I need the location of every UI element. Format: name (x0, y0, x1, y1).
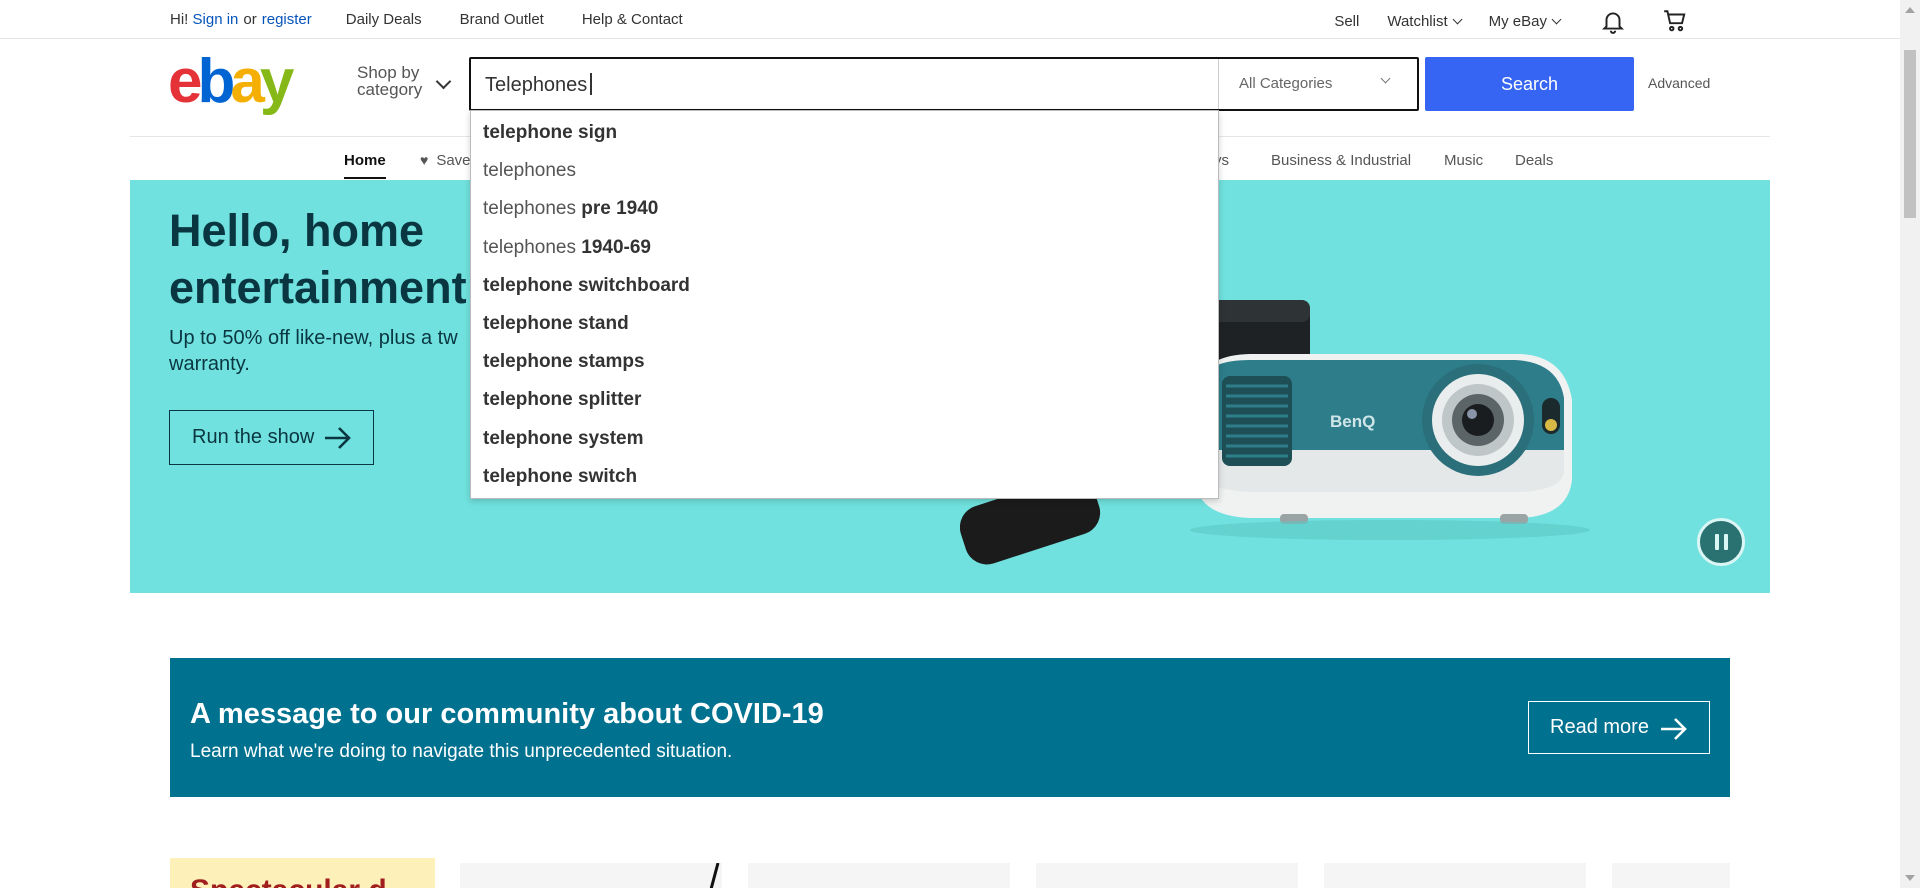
run-the-show-button[interactable]: Run the show (169, 410, 374, 465)
suggestion-item[interactable]: telephone switchboard (471, 275, 1218, 313)
suggestion-item[interactable]: telephone stamps (471, 351, 1218, 389)
advanced-search-link[interactable]: Advanced (1648, 75, 1710, 91)
pause-button[interactable] (1697, 518, 1745, 566)
cart-button[interactable] (1662, 8, 1688, 34)
help-contact-link[interactable]: Help & Contact (582, 11, 683, 28)
my-ebay-label: My eBay (1488, 12, 1547, 30)
search-button[interactable]: Search (1425, 57, 1634, 111)
search-suggestions-dropdown: telephone sign telephones telephones pre… (470, 110, 1219, 499)
cart-icon (1664, 10, 1686, 32)
scrollbar-thumb[interactable] (1904, 50, 1916, 218)
register-link[interactable]: register (262, 11, 312, 28)
chevron-down-icon (1452, 14, 1463, 24)
watchlist-dropdown[interactable]: Watchlist (1387, 12, 1463, 30)
nav-business-industrial[interactable]: Business & Industrial (1271, 152, 1411, 169)
category-select[interactable]: All Categories (1218, 59, 1417, 109)
nav-saved[interactable]: ♥ Save (420, 152, 471, 169)
page-scrollbar[interactable] (1900, 0, 1920, 888)
read-more-label: Read more (1550, 716, 1649, 738)
category-select-value: All Categories (1239, 75, 1333, 92)
suggestion-item[interactable]: telephone splitter (471, 389, 1218, 427)
sell-link[interactable]: Sell (1334, 13, 1359, 30)
chevron-down-icon (1551, 14, 1562, 24)
shop-by-line2: category (357, 80, 423, 99)
covid-subtitle: Learn what we're doing to navigate this … (190, 741, 733, 762)
search-bar: Telephones All Categories (469, 57, 1419, 111)
promo-tile-title: Spectacular d (190, 874, 387, 888)
nav-deals[interactable]: Deals (1515, 152, 1553, 169)
watchlist-label: Watchlist (1387, 12, 1448, 30)
arrow-right-icon (1661, 718, 1687, 740)
text-caret (590, 73, 592, 95)
product-image (709, 862, 720, 888)
product-tile[interactable] (460, 862, 722, 888)
run-the-show-label: Run the show (192, 426, 315, 448)
product-tile[interactable] (1612, 863, 1730, 888)
suggestion-item[interactable]: telephones (471, 160, 1218, 198)
product-tile[interactable] (748, 863, 1010, 888)
svg-text:ebay: ebay (168, 52, 295, 116)
nav-home[interactable]: Home (344, 152, 386, 179)
ebay-logo[interactable]: ebay (168, 52, 318, 116)
product-tile[interactable] (1036, 863, 1298, 888)
product-brand-text: BenQ (1330, 412, 1375, 431)
suggestion-item[interactable]: telephones pre 1940 (471, 198, 1218, 236)
suggestion-item[interactable]: telephone sign (471, 122, 1218, 160)
covid-message-banner: A message to our community about COVID-1… (170, 658, 1730, 797)
arrow-right-icon (325, 427, 351, 449)
read-more-button[interactable]: Read more (1528, 701, 1710, 754)
scroll-down-arrow-icon[interactable] (1905, 875, 1915, 881)
suggestion-item[interactable]: telephone switch (471, 466, 1218, 504)
suggestion-item[interactable]: telephones 1940-69 (471, 237, 1218, 275)
covid-title: A message to our community about COVID-1… (190, 698, 824, 730)
suggestion-item[interactable]: telephone system (471, 428, 1218, 466)
top-utility-bar: Hi! Sign in or register Daily Deals Bran… (0, 0, 1900, 39)
or-text: or (243, 11, 257, 28)
promo-tile[interactable]: Spectacular d (170, 858, 435, 888)
nav-music[interactable]: Music (1444, 152, 1483, 169)
chevron-down-icon (1380, 73, 1391, 84)
sign-in-link[interactable]: Sign in (193, 11, 239, 28)
topbar-left: Hi! Sign in or register Daily Deals Bran… (170, 11, 683, 28)
greeting: Hi! (170, 11, 189, 28)
product-tile[interactable] (1324, 863, 1586, 888)
notifications-button[interactable] (1600, 8, 1626, 34)
scroll-up-arrow-icon[interactable] (1905, 7, 1915, 13)
shop-by-category-button[interactable]: Shop by category (357, 64, 422, 98)
topbar-right: Sell Watchlist My eBay (1306, 8, 1688, 34)
search-input-value: Telephones (485, 74, 588, 96)
search-input[interactable]: Telephones (485, 73, 592, 97)
chevron-down-icon (435, 73, 452, 90)
suggestion-item[interactable]: telephone stand (471, 313, 1218, 351)
shop-by-line1: Shop by (357, 63, 420, 82)
nav-saved-label: Save (436, 152, 471, 169)
my-ebay-dropdown[interactable]: My eBay (1488, 12, 1562, 30)
bell-icon (1601, 12, 1625, 34)
heart-icon: ♥ (420, 152, 429, 168)
brand-outlet-link[interactable]: Brand Outlet (460, 11, 544, 28)
daily-deals-link[interactable]: Daily Deals (346, 11, 422, 28)
